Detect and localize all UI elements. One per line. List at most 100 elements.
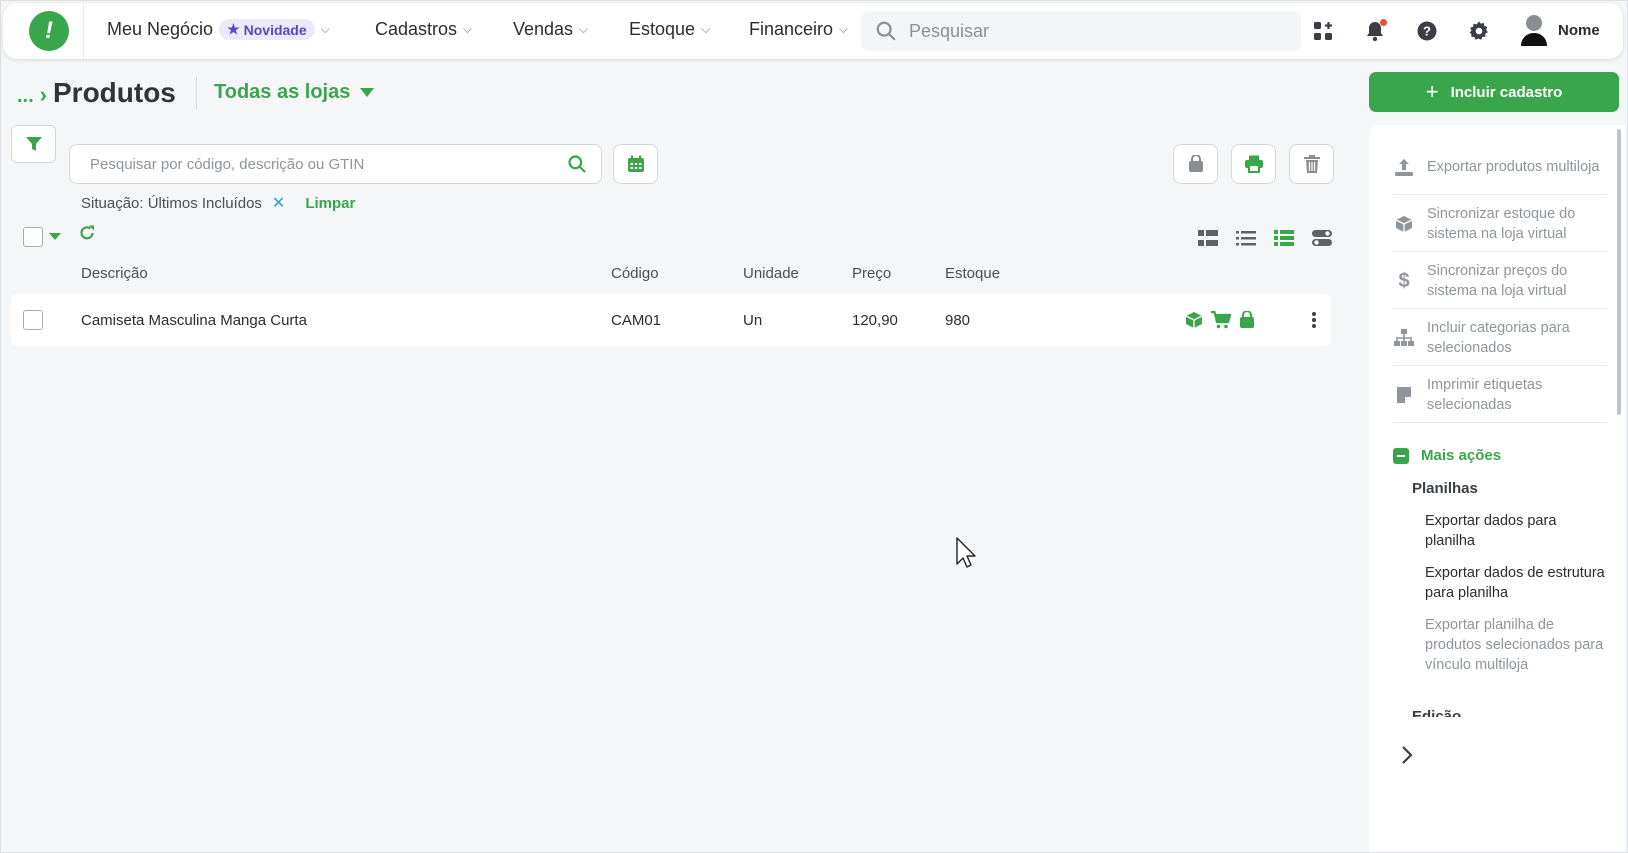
actions-side-panel: Exportar produtos multiloja Sincronizar …	[1369, 125, 1625, 852]
chevron-down-icon: ⌵	[579, 22, 589, 36]
global-search-placeholder: Pesquisar	[909, 20, 990, 41]
caret-down-icon[interactable]	[49, 233, 61, 241]
dollar-icon: $	[1398, 269, 1410, 292]
cell-codigo: CAM01	[611, 312, 662, 329]
nav-cadastros[interactable]: Cadastros ⌵	[375, 19, 472, 40]
avatar-icon[interactable]	[1519, 13, 1549, 47]
chevron-down-icon: ⌵	[320, 22, 330, 36]
badge-label: Novidade	[243, 21, 307, 38]
nav-financeiro[interactable]: Financeiro ⌵	[749, 19, 848, 40]
select-all	[23, 227, 61, 247]
nav-vendas[interactable]: Vendas ⌵	[513, 19, 588, 40]
close-icon[interactable]: ✕	[272, 193, 285, 213]
product-search-input[interactable]	[90, 155, 530, 173]
chevron-down-icon: ⌵	[463, 22, 473, 36]
side-action-include-categories[interactable]: Incluir categorias para selecionados	[1393, 310, 1607, 366]
side-action-label: Incluir categorias para selecionados	[1427, 319, 1570, 356]
search-icon[interactable]	[567, 154, 587, 174]
more-actions-label: Mais ações	[1421, 447, 1502, 464]
cell-preco: 120,90	[852, 312, 898, 329]
svg-text:?: ?	[1423, 24, 1431, 39]
plus-icon: +	[1425, 79, 1439, 104]
gear-icon[interactable]	[1465, 17, 1493, 45]
side-action-label: Exportar produtos multiloja	[1427, 158, 1600, 175]
star-icon: ★	[227, 21, 240, 37]
shopping-bag-icon	[1240, 311, 1254, 328]
nav-label: Financeiro	[749, 19, 834, 39]
calendar-button[interactable]	[613, 144, 658, 184]
print-button[interactable]	[1231, 144, 1276, 184]
include-cadastro-label: Incluir cadastro	[1450, 83, 1563, 101]
side-action-sync-stock[interactable]: Sincronizar estoque do sistema na loja v…	[1393, 196, 1607, 252]
chevron-right-icon[interactable]	[1401, 745, 1413, 771]
side-action-sync-prices[interactable]: $ Sincronizar preços do sistema na loja …	[1393, 253, 1607, 309]
store-select-label: Todas as lojas	[214, 81, 351, 103]
filter-button[interactable]	[11, 125, 56, 163]
cart-icon	[1211, 311, 1231, 329]
side-action-export-multiloja[interactable]: Exportar produtos multiloja	[1393, 139, 1607, 195]
chevron-down-icon: ⌵	[701, 22, 711, 36]
column-header-unidade[interactable]: Unidade	[743, 265, 799, 282]
select-all-checkbox[interactable]	[23, 227, 43, 247]
novidade-badge[interactable]: ★ Novidade	[219, 19, 315, 40]
user-name[interactable]: Nome	[1558, 22, 1600, 39]
side-action-print-labels[interactable]: Imprimir etiquetas selecionadas	[1393, 367, 1607, 423]
nav-label: Cadastros	[375, 19, 458, 39]
column-header-descricao[interactable]: Descrição	[81, 265, 148, 282]
column-header-preco[interactable]: Preço	[852, 265, 891, 282]
trash-icon	[1303, 155, 1320, 173]
nav-meu-negocio[interactable]: Meu Negócio ★ Novidade ⌵	[107, 19, 330, 40]
app-window: ! Meu Negócio ★ Novidade ⌵ Cadastros ⌵ Ven…	[0, 0, 1628, 853]
active-filter: Situação: Últimos Incluídos ✕ Limpar	[81, 193, 355, 213]
row-status-icons	[1185, 311, 1255, 329]
printer-icon	[1244, 155, 1263, 173]
group-title-planilhas: Planilhas	[1412, 480, 1478, 497]
app-logo[interactable]: !	[29, 11, 69, 51]
action-export-spreadsheet[interactable]: Exportar dados para planilha	[1425, 511, 1605, 551]
notification-dot	[1380, 19, 1387, 26]
nav-label: Estoque	[629, 19, 696, 39]
column-header-codigo[interactable]: Código	[611, 265, 659, 282]
cell-unidade: Un	[743, 312, 763, 329]
calendar-icon	[627, 155, 644, 172]
title-divider	[196, 77, 197, 109]
mouse-cursor-icon	[956, 537, 978, 574]
label-icon	[1393, 386, 1415, 404]
breadcrumb: ... › Produtos	[17, 77, 176, 109]
help-icon[interactable]: ?	[1413, 17, 1441, 45]
action-export-multiloja-spreadsheet[interactable]: Exportar planilha de produtos selecionad…	[1425, 615, 1605, 675]
search-icon	[876, 21, 896, 41]
product-search	[69, 144, 602, 184]
top-navbar: ! Meu Negócio ★ Novidade ⌵ Cadastros ⌵ Ven…	[3, 3, 1623, 59]
side-action-label: Sincronizar preços do sistema na loja vi…	[1427, 262, 1568, 299]
table-row[interactable]: Camiseta Masculina Manga Curta CAM01 Un …	[11, 294, 1331, 346]
bag-button[interactable]	[1173, 144, 1218, 184]
nav-estoque[interactable]: Estoque ⌵	[629, 19, 710, 40]
apps-icon[interactable]	[1309, 17, 1337, 45]
row-menu-icon[interactable]	[1311, 311, 1317, 334]
column-header-estoque[interactable]: Estoque	[945, 265, 1000, 282]
action-export-structure-spreadsheet[interactable]: Exportar dados de estrutura para planilh…	[1425, 563, 1605, 603]
cell-estoque: 980	[945, 312, 971, 329]
list-view-icon[interactable]	[1273, 227, 1295, 249]
toggle-view-icon[interactable]	[1311, 227, 1333, 249]
side-panel-scrollbar[interactable]	[1617, 129, 1621, 415]
global-search[interactable]: Pesquisar	[861, 11, 1301, 51]
side-action-label: Sincronizar estoque do sistema na loja v…	[1427, 205, 1576, 242]
delete-button[interactable]	[1289, 144, 1334, 184]
upload-icon	[1393, 157, 1415, 177]
caret-down-icon	[360, 87, 375, 97]
include-cadastro-button[interactable]: + Incluir cadastro	[1369, 72, 1619, 112]
more-actions-toggle[interactable]: Mais ações	[1393, 447, 1501, 464]
clear-filters-link[interactable]: Limpar	[305, 195, 355, 212]
row-checkbox[interactable]	[23, 310, 43, 330]
compact-list-icon[interactable]	[1235, 227, 1257, 249]
nav-meu-negocio-label: Meu Negócio	[107, 19, 214, 39]
bell-icon[interactable]	[1361, 17, 1389, 45]
refresh-icon[interactable]	[79, 225, 95, 246]
store-select[interactable]: Todas as lojas	[214, 81, 375, 104]
nav-label: Vendas	[513, 19, 574, 39]
grid-view-icon[interactable]	[1197, 227, 1219, 249]
breadcrumb-more[interactable]: ...	[17, 85, 34, 108]
filter-icon	[25, 137, 42, 151]
